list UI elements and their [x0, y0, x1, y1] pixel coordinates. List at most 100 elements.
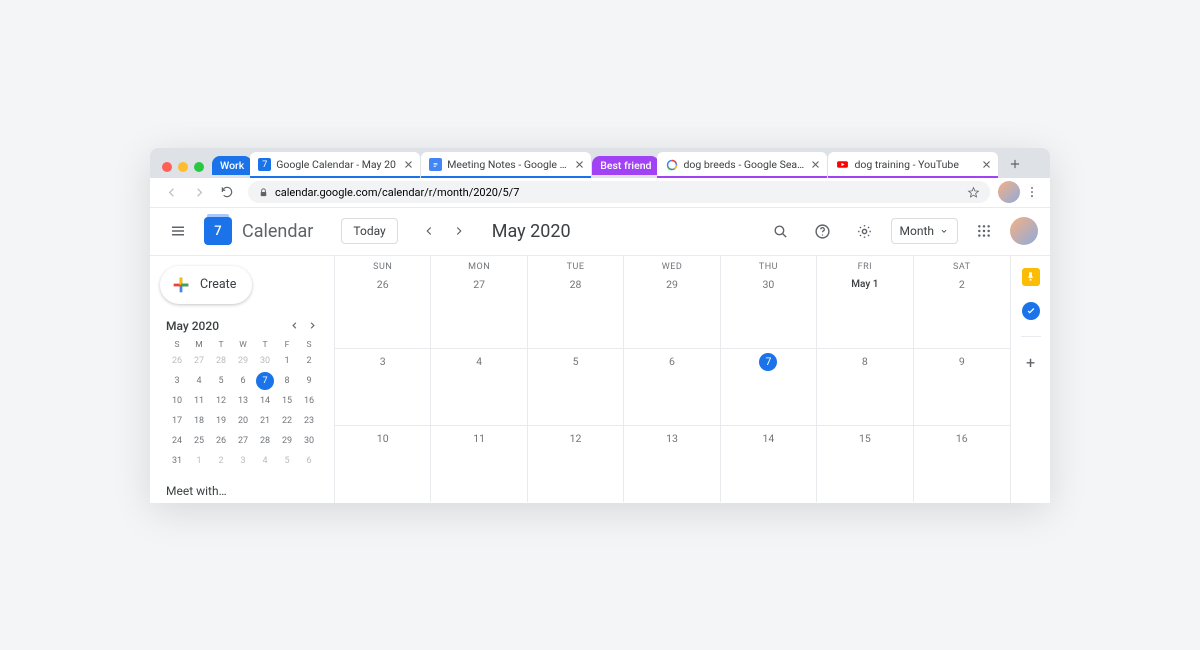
day-cell[interactable]: 13 — [624, 426, 720, 502]
tasks-icon[interactable] — [1022, 302, 1040, 320]
mini-next-button[interactable] — [304, 318, 320, 334]
tab-group-bestfriend[interactable]: Best friend — [592, 156, 659, 175]
view-selector[interactable]: Month — [891, 218, 958, 244]
day-cell[interactable]: 28 — [528, 272, 624, 348]
prev-month-button[interactable] — [416, 218, 442, 244]
day-cell[interactable]: 9 — [914, 349, 1010, 425]
mini-day[interactable]: 2 — [300, 352, 318, 370]
mini-day[interactable]: 10 — [168, 392, 186, 410]
tab-google-calendar[interactable]: 7 Google Calendar - May 20 — [250, 152, 420, 178]
close-icon[interactable] — [402, 159, 414, 171]
mini-day[interactable]: 20 — [234, 412, 252, 430]
profile-avatar[interactable] — [998, 181, 1020, 203]
close-icon[interactable] — [573, 159, 585, 171]
mini-day[interactable]: 12 — [212, 392, 230, 410]
day-cell[interactable]: 29 — [624, 272, 720, 348]
mini-day[interactable]: 24 — [168, 432, 186, 450]
day-cell[interactable]: 3 — [335, 349, 431, 425]
mini-day[interactable]: 27 — [190, 352, 208, 370]
mini-day[interactable]: 18 — [190, 412, 208, 430]
mini-day[interactable]: 30 — [256, 352, 274, 370]
mini-day[interactable]: 23 — [300, 412, 318, 430]
mini-day[interactable]: 6 — [234, 372, 252, 390]
mini-day[interactable]: 13 — [234, 392, 252, 410]
window-minimize-icon[interactable] — [178, 162, 188, 172]
forward-button[interactable] — [186, 179, 212, 205]
day-cell[interactable]: 15 — [817, 426, 913, 502]
day-cell[interactable]: 2 — [914, 272, 1010, 348]
today-button[interactable]: Today — [341, 218, 397, 244]
mini-day[interactable]: 9 — [300, 372, 318, 390]
mini-day[interactable]: 1 — [190, 452, 208, 470]
mini-day[interactable]: 19 — [212, 412, 230, 430]
meet-with-label[interactable]: Meet with… — [160, 484, 326, 498]
day-cell[interactable]: 16 — [914, 426, 1010, 502]
back-button[interactable] — [158, 179, 184, 205]
mini-day[interactable]: 15 — [278, 392, 296, 410]
day-cell[interactable]: 6 — [624, 349, 720, 425]
mini-day[interactable]: 26 — [168, 352, 186, 370]
mini-day[interactable]: 3 — [234, 452, 252, 470]
mini-day[interactable]: 14 — [256, 392, 274, 410]
mini-day[interactable]: 21 — [256, 412, 274, 430]
window-close-icon[interactable] — [162, 162, 172, 172]
day-cell[interactable]: 26 — [335, 272, 431, 348]
new-tab-button[interactable] — [1003, 152, 1027, 176]
mini-prev-button[interactable] — [286, 318, 302, 334]
help-button[interactable] — [807, 215, 839, 247]
keep-icon[interactable] — [1022, 268, 1040, 286]
bookmark-star-icon[interactable] — [967, 186, 980, 199]
mini-day[interactable]: 7 — [256, 372, 274, 390]
day-cell[interactable]: 4 — [431, 349, 527, 425]
close-icon[interactable] — [980, 159, 992, 171]
mini-day[interactable]: 31 — [168, 452, 186, 470]
add-addon-button[interactable]: + — [1026, 353, 1035, 372]
mini-day[interactable]: 3 — [168, 372, 186, 390]
day-cell[interactable]: 30 — [721, 272, 817, 348]
close-icon[interactable] — [809, 159, 821, 171]
mini-day[interactable]: 27 — [234, 432, 252, 450]
mini-day[interactable]: 5 — [212, 372, 230, 390]
search-button[interactable] — [765, 215, 797, 247]
day-cell[interactable]: 27 — [431, 272, 527, 348]
day-cell[interactable]: 7 — [721, 349, 817, 425]
main-menu-button[interactable] — [162, 215, 194, 247]
mini-day[interactable]: 28 — [212, 352, 230, 370]
day-cell[interactable]: 10 — [335, 426, 431, 502]
mini-day[interactable]: 29 — [234, 352, 252, 370]
mini-day[interactable]: 28 — [256, 432, 274, 450]
mini-day[interactable]: 16 — [300, 392, 318, 410]
mini-day[interactable]: 11 — [190, 392, 208, 410]
mini-day[interactable]: 8 — [278, 372, 296, 390]
mini-day[interactable]: 30 — [300, 432, 318, 450]
window-zoom-icon[interactable] — [194, 162, 204, 172]
mini-day[interactable]: 26 — [212, 432, 230, 450]
mini-day[interactable]: 4 — [190, 372, 208, 390]
settings-button[interactable] — [849, 215, 881, 247]
day-cell[interactable]: 14 — [721, 426, 817, 502]
browser-menu-button[interactable] — [1022, 185, 1042, 199]
mini-day[interactable]: 1 — [278, 352, 296, 370]
mini-day[interactable]: 4 — [256, 452, 274, 470]
mini-day[interactable]: 25 — [190, 432, 208, 450]
mini-day[interactable]: 17 — [168, 412, 186, 430]
create-button[interactable]: Create — [160, 266, 252, 304]
day-cell[interactable]: 5 — [528, 349, 624, 425]
tab-group-work[interactable]: Work — [212, 156, 252, 175]
mini-day[interactable]: 2 — [212, 452, 230, 470]
address-bar[interactable] — [248, 181, 990, 203]
tab-dog-training[interactable]: dog training - YouTube — [828, 152, 998, 178]
mini-day[interactable]: 5 — [278, 452, 296, 470]
day-cell[interactable]: 11 — [431, 426, 527, 502]
day-cell[interactable]: 8 — [817, 349, 913, 425]
tab-meeting-notes[interactable]: Meeting Notes - Google Do — [421, 152, 591, 178]
day-cell[interactable]: 12 — [528, 426, 624, 502]
account-avatar[interactable] — [1010, 217, 1038, 245]
mini-day[interactable]: 22 — [278, 412, 296, 430]
url-input[interactable] — [275, 186, 961, 199]
mini-day[interactable]: 29 — [278, 432, 296, 450]
mini-day[interactable]: 6 — [300, 452, 318, 470]
next-month-button[interactable] — [446, 218, 472, 244]
tab-dog-breeds[interactable]: dog breeds - Google Search — [657, 152, 827, 178]
reload-button[interactable] — [214, 179, 240, 205]
